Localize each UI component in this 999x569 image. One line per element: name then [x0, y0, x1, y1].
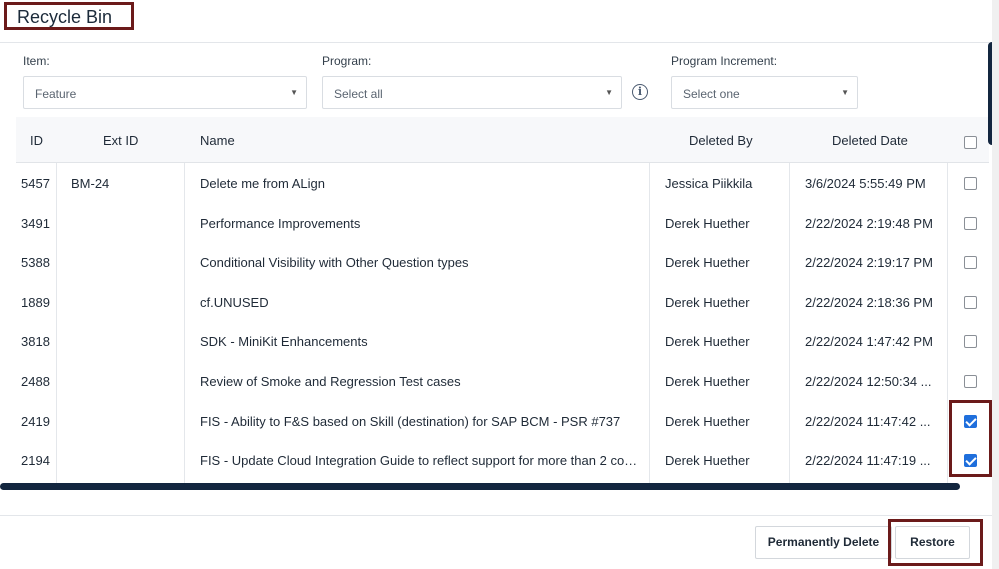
- column-header-deleted-date[interactable]: Deleted Date: [832, 133, 908, 148]
- recycle-bin-table: ID Ext ID Name Deleted By Deleted Date 5…: [16, 117, 989, 485]
- row-checkbox[interactable]: [964, 177, 977, 190]
- caret-down-icon: ▼: [605, 88, 613, 97]
- cell-id: 2419: [21, 413, 50, 429]
- program-filter-label: Program:: [322, 54, 372, 68]
- table-header: ID Ext ID Name Deleted By Deleted Date: [16, 117, 989, 163]
- cell-name: FIS - Ability to F&S based on Skill (des…: [200, 413, 621, 429]
- table-row[interactable]: 1889 cf.UNUSED Derek Huether 2/22/2024 2:18…: [16, 282, 989, 322]
- caret-down-icon: ▼: [290, 88, 298, 97]
- table-row[interactable]: 5457 BM-24 Delete me from ALign Jessica Pii…: [16, 163, 989, 203]
- background-edge: [992, 0, 999, 569]
- cell-deleted-by: Derek Huether: [665, 334, 750, 350]
- dialog-footer: Permanently Delete Restore: [0, 515, 992, 569]
- row-checkbox[interactable]: [964, 295, 977, 309]
- cell-id: 2194: [21, 453, 50, 469]
- program-select-value: Select all: [334, 87, 383, 101]
- table-row[interactable]: 2419 FIS - Ability to F&S based on Skill …: [16, 401, 989, 441]
- cell-deleted-by: Derek Huether: [665, 453, 750, 469]
- item-select-value: Feature: [35, 87, 77, 101]
- program-select[interactable]: Select all ▼: [322, 76, 622, 109]
- cell-id: 1889: [21, 294, 50, 310]
- cell-deleted-date: 2/22/2024 2:18:36 PM: [805, 294, 933, 310]
- selected-checkboxes-highlight: [949, 400, 992, 477]
- cell-deleted-date: 2/22/2024 2:19:48 PM: [805, 215, 933, 231]
- cell-name: Conditional Visibility with Other Questi…: [200, 255, 469, 271]
- item-select[interactable]: Feature ▼: [23, 76, 307, 109]
- row-checkbox[interactable]: [964, 335, 977, 349]
- cell-id: 5457: [21, 176, 50, 191]
- cell-id: 5388: [21, 255, 50, 271]
- column-header-deleted-by[interactable]: Deleted By: [689, 133, 753, 148]
- cell-deleted-by: Jessica Piikkila: [665, 176, 753, 191]
- info-circle-icon[interactable]: i: [632, 84, 648, 100]
- row-checkbox[interactable]: [964, 256, 977, 270]
- program-increment-select[interactable]: Select one ▼: [671, 76, 858, 109]
- restore-button-highlight: [888, 519, 983, 566]
- cell-deleted-by: Derek Huether: [665, 413, 750, 429]
- cell-name: Delete me from ALign: [200, 176, 326, 191]
- column-header-ext-id[interactable]: Ext ID: [103, 133, 138, 148]
- item-filter-label: Item:: [23, 54, 50, 68]
- row-checkbox[interactable]: [964, 375, 977, 388]
- cell-deleted-date: 3/6/2024 5:55:49 PM: [805, 176, 926, 191]
- program-increment-filter-label: Program Increment:: [671, 54, 778, 68]
- select-all-checkbox[interactable]: [964, 136, 977, 149]
- program-increment-select-value: Select one: [683, 87, 740, 101]
- table-row[interactable]: 2488 Review of Smoke and Regression Test …: [16, 361, 989, 401]
- cell-deleted-date: 2/22/2024 1:47:42 PM: [805, 334, 933, 350]
- recycle-bin-dialog: Recycle Bin Item: Feature ▼ Program: Sel…: [0, 0, 999, 569]
- dialog-title: Recycle Bin: [4, 2, 134, 30]
- cell-deleted-date: 2/22/2024 12:50:34 ...: [805, 374, 932, 389]
- horizontal-scrollbar[interactable]: [0, 483, 960, 490]
- cell-deleted-by: Derek Huether: [665, 215, 750, 231]
- cell-name: Performance Improvements: [200, 215, 361, 231]
- table-row[interactable]: 2194 FIS - Update Cloud Integration Guide…: [16, 440, 989, 480]
- row-checkbox[interactable]: [964, 216, 977, 230]
- cell-name: Review of Smoke and Regression Test case…: [200, 374, 461, 389]
- column-header-name[interactable]: Name: [200, 133, 235, 148]
- table-row[interactable]: 3818 SDK - MiniKit Enhancements Derek Huet…: [16, 321, 989, 361]
- cell-name: SDK - MiniKit Enhancements: [200, 334, 368, 350]
- column-header-id[interactable]: ID: [30, 133, 43, 148]
- table-row[interactable]: 3491 Performance Improvements Derek Huethe…: [16, 203, 989, 243]
- caret-down-icon: ▼: [841, 88, 849, 97]
- cell-deleted-by: Derek Huether: [665, 255, 750, 271]
- dialog-header: Recycle Bin: [0, 0, 992, 43]
- cell-id: 3491: [21, 215, 50, 231]
- cell-deleted-date: 2/22/2024 11:47:42 ...: [805, 413, 931, 429]
- table-row[interactable]: 5388 Conditional Visibility with Other Qu…: [16, 242, 989, 282]
- cell-name: cf.UNUSED: [200, 294, 269, 310]
- cell-deleted-by: Derek Huether: [665, 374, 750, 389]
- cell-ext-id: BM-24: [71, 176, 110, 191]
- cell-id: 2488: [21, 374, 50, 389]
- cell-deleted-date: 2/22/2024 2:19:17 PM: [805, 255, 933, 271]
- permanently-delete-button[interactable]: Permanently Delete: [755, 526, 892, 559]
- cell-id: 3818: [21, 334, 50, 350]
- cell-deleted-by: Derek Huether: [665, 294, 750, 310]
- cell-name: FIS - Update Cloud Integration Guide to …: [200, 453, 640, 469]
- cell-deleted-date: 2/22/2024 11:47:19 ...: [805, 453, 931, 469]
